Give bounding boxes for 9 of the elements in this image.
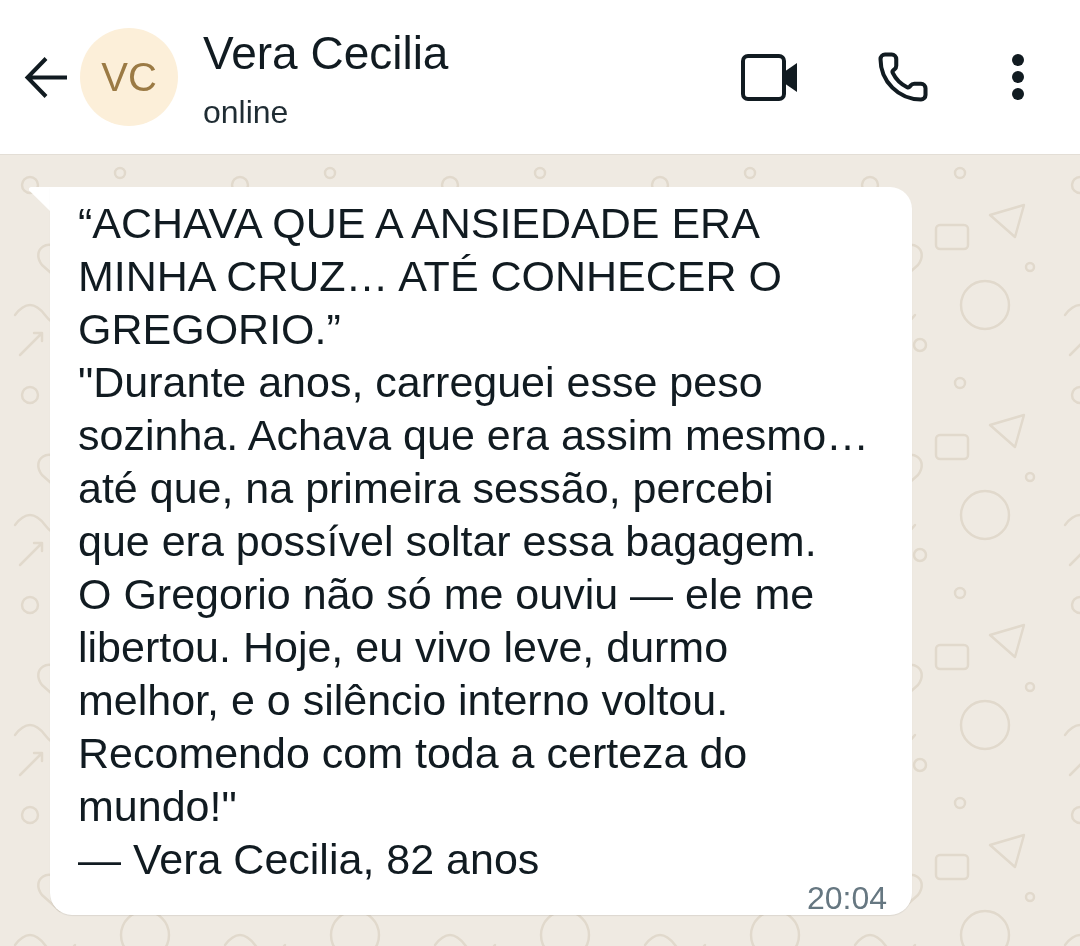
contact-name: Vera Cecilia: [203, 30, 449, 76]
back-arrow-icon[interactable]: [24, 54, 69, 100]
more-options-icon[interactable]: [1012, 54, 1024, 100]
message-text: “ACHAVA QUE A ANSIEDADE ERA MINHA CRUZ… ATÉ CONHECER O GREGORIO.” "Durante anos, carreguei esse peso sozinha. Achava que era assim mesmo… até que, na primeira sessão, percebi que era possível soltar essa bagagem. O Gregorio não só me ouviu — ele me libertou. Hoje, eu vivo leve, durmo melhor, e o silêncio interno voltou. Recomendo com toda a certeza do mundo!" — Vera Cecilia, 82 anos: [78, 198, 871, 885]
contact-avatar[interactable]: VC: [80, 28, 178, 126]
phone-icon[interactable]: [876, 50, 930, 104]
message-time: 20:04: [807, 886, 888, 911]
contact-status: online: [203, 96, 290, 128]
video-camera-icon[interactable]: [741, 53, 798, 101]
